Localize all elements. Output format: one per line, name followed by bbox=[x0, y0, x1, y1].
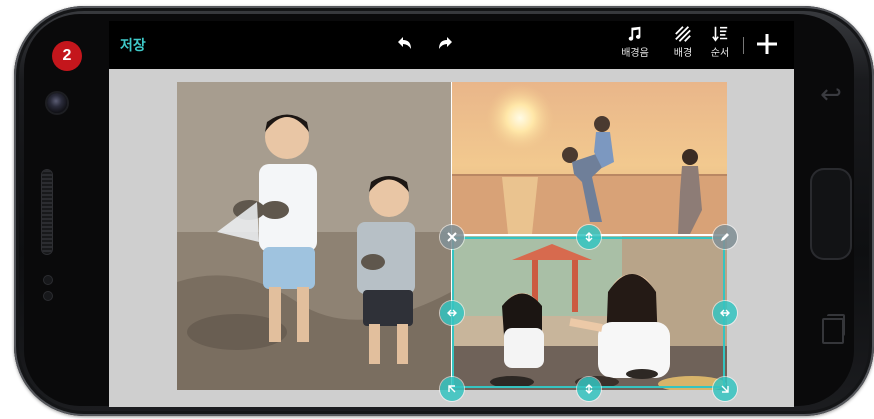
phone-screen: 저장 배경음 배경 순서 bbox=[109, 21, 794, 407]
background-music-label: 배경음 bbox=[621, 48, 649, 59]
diagonal-stripes-icon bbox=[663, 25, 703, 43]
order-label: 순서 bbox=[710, 48, 730, 59]
save-button[interactable]: 저장 bbox=[120, 35, 146, 55]
resize-bottom-handle[interactable] bbox=[577, 377, 601, 401]
resize-top-handle[interactable] bbox=[577, 225, 601, 249]
order-button[interactable]: 순서 bbox=[700, 25, 740, 65]
toolbar-divider bbox=[743, 37, 744, 54]
step-number-badge: 2 bbox=[52, 41, 82, 71]
proximity-sensor bbox=[44, 276, 52, 284]
plus-icon[interactable] bbox=[754, 31, 780, 57]
resize-right-handle[interactable] bbox=[713, 301, 737, 325]
resize-left-handle[interactable] bbox=[440, 301, 464, 325]
pencil-icon[interactable] bbox=[713, 225, 737, 249]
resize-bottom-right-handle[interactable] bbox=[713, 377, 737, 401]
hardware-back-button[interactable]: ↩ bbox=[818, 80, 844, 110]
background-button[interactable]: 배경 bbox=[663, 25, 703, 65]
front-camera bbox=[47, 93, 67, 113]
earpiece-speaker bbox=[42, 170, 52, 254]
redo-icon[interactable] bbox=[435, 33, 457, 55]
sort-order-icon bbox=[700, 25, 740, 43]
app-toolbar: 저장 배경음 배경 순서 bbox=[109, 21, 794, 69]
hardware-recent-apps-button[interactable] bbox=[822, 314, 845, 344]
photo-family-sunset-beach[interactable] bbox=[452, 82, 727, 234]
undo-icon[interactable] bbox=[393, 33, 415, 55]
close-icon[interactable] bbox=[440, 225, 464, 249]
hardware-home-button[interactable] bbox=[810, 168, 852, 260]
background-label: 배경 bbox=[673, 48, 693, 59]
selected-photo-frame[interactable] bbox=[452, 237, 725, 388]
light-sensor bbox=[44, 292, 52, 300]
photo-kids-mudflat[interactable] bbox=[177, 82, 451, 390]
music-note-icon bbox=[615, 25, 655, 43]
resize-bottom-left-handle[interactable] bbox=[440, 377, 464, 401]
background-music-button[interactable]: 배경음 bbox=[615, 25, 655, 65]
